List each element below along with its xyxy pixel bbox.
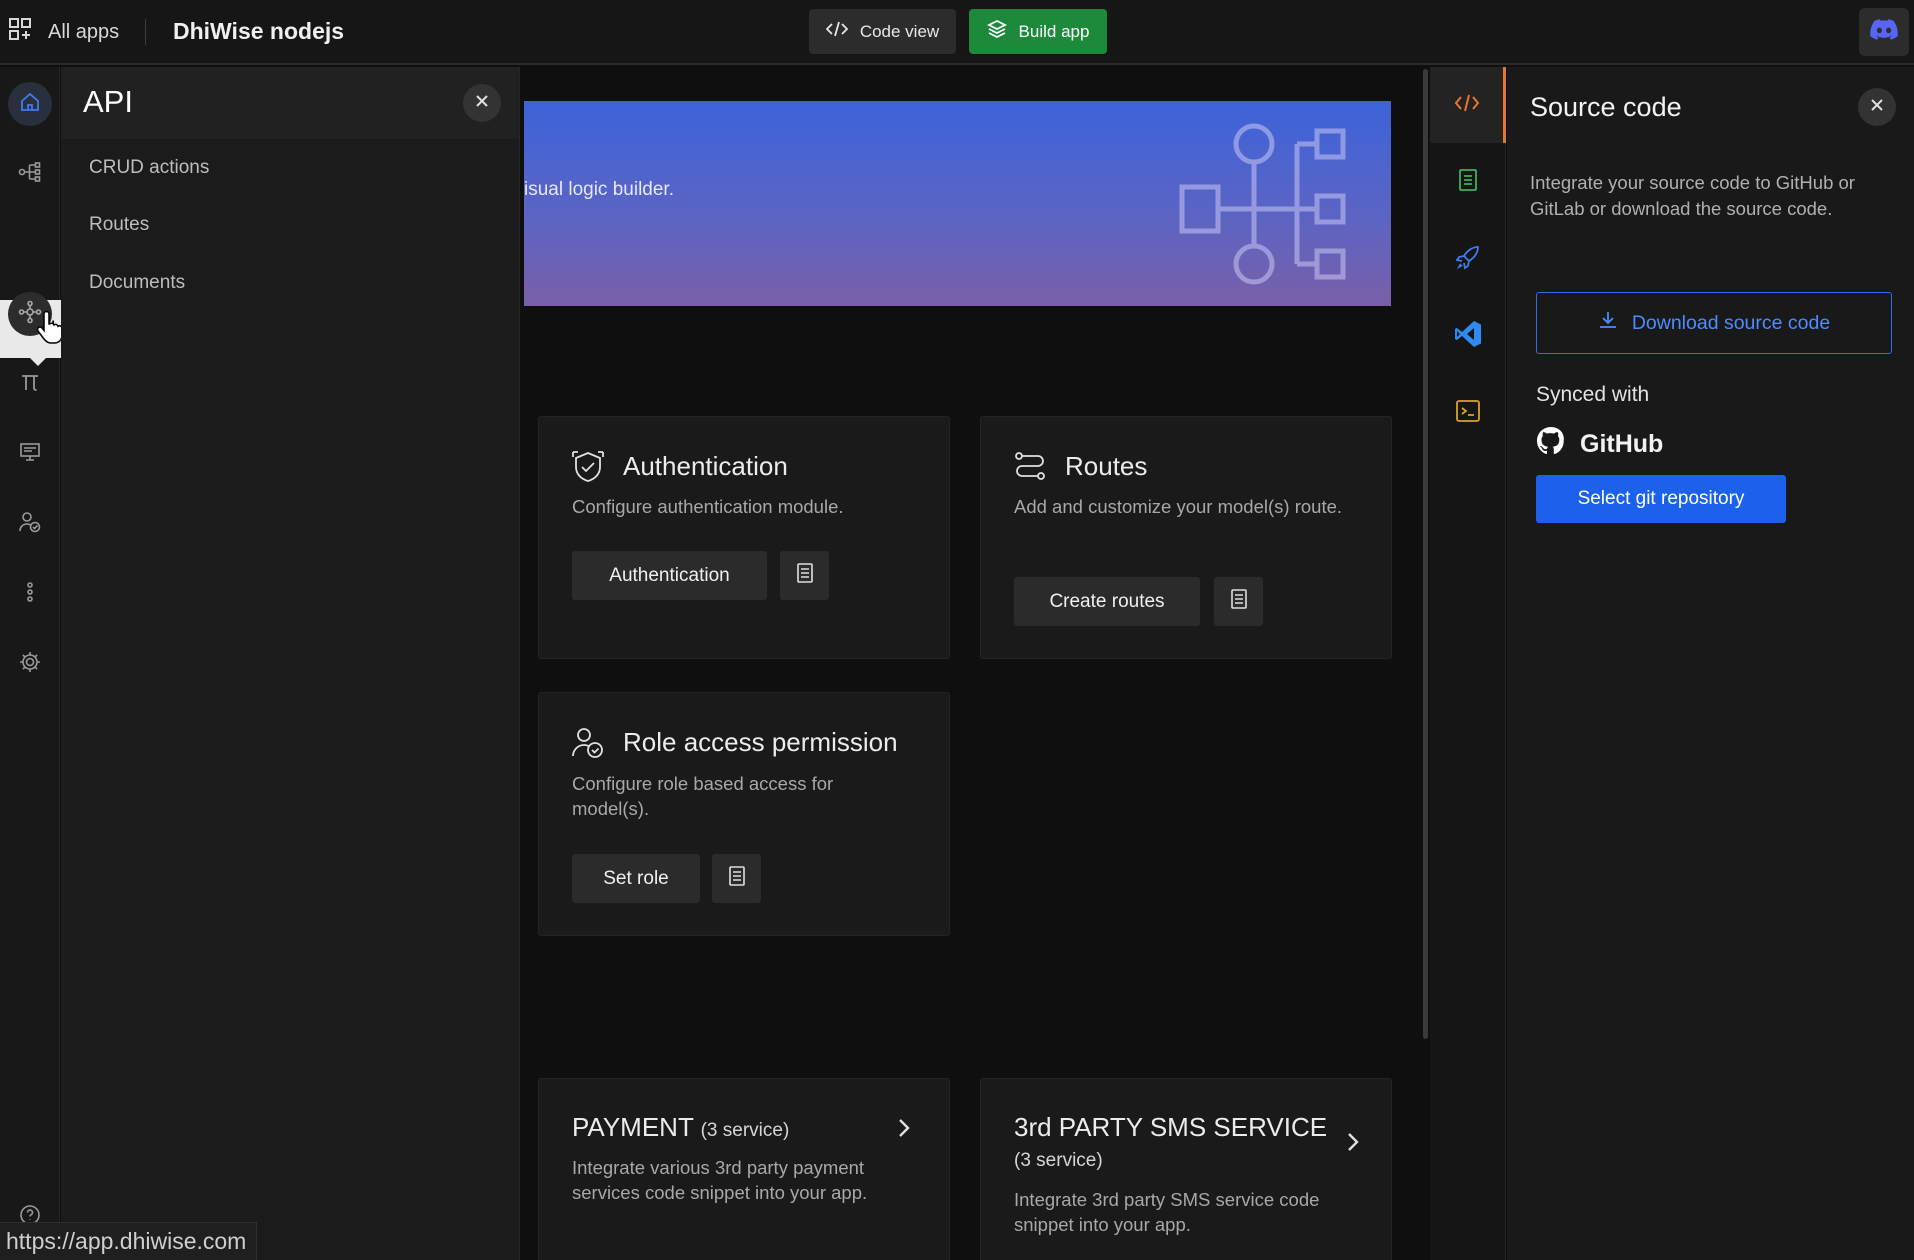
api-panel: API CRUD actions Routes Documents xyxy=(61,67,520,1260)
rail-home[interactable] xyxy=(8,82,52,126)
api-link-crud-actions[interactable]: CRUD actions xyxy=(89,157,209,179)
main-scrollbar[interactable] xyxy=(1423,69,1428,1039)
routes-card: Routes Add and customize your model(s) r… xyxy=(980,416,1392,659)
document-icon xyxy=(796,562,814,589)
code-icon xyxy=(825,21,849,42)
rail-screens[interactable] xyxy=(8,432,52,476)
api-panel-header: API xyxy=(61,67,519,139)
role-access-card: Role access permission Configure role ba… xyxy=(538,692,950,936)
source-code-title: Source code xyxy=(1530,92,1682,122)
github-provider: GitHub xyxy=(1536,426,1663,463)
discord-icon xyxy=(1870,18,1898,46)
sms-desc: Integrate 3rd party SMS service code sni… xyxy=(1014,1189,1320,1235)
role-access-desc: Configure role based access for model(s)… xyxy=(572,773,834,819)
api-link-routes[interactable]: Routes xyxy=(89,214,149,236)
rail-models[interactable] xyxy=(8,152,52,196)
synced-with-label: Synced with xyxy=(1536,383,1650,406)
authentication-button[interactable]: Authentication xyxy=(572,551,767,600)
authentication-card: Authentication Configure authentication … xyxy=(538,416,950,659)
authentication-desc: Configure authentication module. xyxy=(572,496,844,517)
code-icon xyxy=(1454,94,1480,117)
payment-desc: Integrate various 3rd party payment serv… xyxy=(572,1157,868,1203)
all-apps-button[interactable]: All apps xyxy=(8,17,119,48)
route-icon xyxy=(1014,450,1046,487)
sms-title-label: 3rd PARTY SMS SERVICE xyxy=(1014,1112,1328,1142)
rail-pi[interactable] xyxy=(8,362,52,406)
download-source-label: Download source code xyxy=(1631,311,1831,334)
left-nav-rail: API xyxy=(0,67,81,1260)
document-icon xyxy=(728,865,746,892)
pi-icon xyxy=(19,371,41,398)
rocket-icon xyxy=(1455,244,1481,275)
select-git-repository-button[interactable]: Select git repository xyxy=(1536,475,1786,523)
terminal-icon xyxy=(1455,399,1481,428)
create-routes-button[interactable]: Create routes xyxy=(1014,577,1200,626)
more-vertical-icon xyxy=(19,581,41,608)
payment-title-label: PAYMENT xyxy=(572,1112,694,1142)
code-view-button[interactable]: Code view xyxy=(809,9,956,54)
api-panel-close-button[interactable] xyxy=(463,84,501,122)
payment-count: (3 service) xyxy=(700,1120,790,1141)
set-role-button[interactable]: Set role xyxy=(572,854,700,903)
api-panel-title: API xyxy=(83,84,133,119)
rail-more[interactable] xyxy=(8,572,52,616)
user-check-icon xyxy=(571,726,605,765)
sms-count: (3 service) xyxy=(1014,1150,1103,1171)
routes-title: Routes xyxy=(1065,451,1148,481)
user-check-icon xyxy=(18,511,42,538)
download-icon xyxy=(1598,310,1618,336)
apps-grid-icon xyxy=(8,17,34,48)
app-title: DhiWise nodejs xyxy=(173,18,345,44)
source-panel-close-button[interactable] xyxy=(1858,88,1896,126)
chevron-right-icon[interactable] xyxy=(897,1117,911,1144)
vscode-icon xyxy=(1454,320,1482,353)
monitor-icon xyxy=(19,441,41,468)
hero-banner: isual logic builder. xyxy=(524,101,1391,306)
build-app-label: Build app xyxy=(1018,21,1090,41)
tool-source-code[interactable] xyxy=(1430,67,1506,143)
tree-structure-icon xyxy=(18,161,42,188)
code-view-label: Code view xyxy=(859,21,940,41)
banner-text: isual logic builder. xyxy=(524,179,674,200)
all-apps-label: All apps xyxy=(48,21,120,43)
shield-check-icon xyxy=(571,450,605,489)
role-access-title: Role access permission xyxy=(623,727,898,757)
download-source-button[interactable]: Download source code xyxy=(1536,292,1892,354)
rail-roles[interactable] xyxy=(8,502,52,546)
home-icon xyxy=(19,91,41,118)
payment-title: PAYMENT (3 service) xyxy=(572,1112,789,1143)
divider xyxy=(145,19,146,45)
tool-terminal[interactable] xyxy=(1430,375,1506,451)
document-icon xyxy=(1458,168,1478,197)
github-label: GitHub xyxy=(1580,430,1664,458)
gear-icon xyxy=(18,650,42,679)
role-docs-button[interactable] xyxy=(712,854,761,903)
close-icon xyxy=(475,94,489,113)
build-app-button[interactable]: Build app xyxy=(969,9,1107,54)
routes-docs-button[interactable] xyxy=(1214,577,1263,626)
right-tool-strip xyxy=(1430,67,1506,1260)
tool-deploy[interactable] xyxy=(1430,221,1506,297)
discord-button[interactable] xyxy=(1859,8,1909,56)
rail-settings[interactable] xyxy=(8,642,52,686)
chevron-right-icon[interactable] xyxy=(1346,1131,1360,1158)
source-code-desc: Integrate your source code to GitHub or … xyxy=(1530,172,1855,219)
sms-service-card[interactable]: 3rd PARTY SMS SERVICE (3 service) Integr… xyxy=(980,1078,1392,1260)
document-icon xyxy=(1230,588,1248,615)
github-icon xyxy=(1536,426,1566,463)
source-code-panel: Source code Integrate your source code t… xyxy=(1507,67,1914,1260)
status-url-bar: https://app.dhiwise.com xyxy=(0,1222,258,1260)
top-bar: All apps DhiWise nodejs Code view Build … xyxy=(0,0,1914,65)
routes-desc: Add and customize your model(s) route. xyxy=(1014,496,1343,517)
logic-flow-illustration-icon xyxy=(1179,119,1369,294)
tool-vscode[interactable] xyxy=(1430,298,1506,374)
authentication-docs-button[interactable] xyxy=(780,551,829,600)
api-link-documents[interactable]: Documents xyxy=(89,272,185,294)
close-icon xyxy=(1870,98,1884,117)
payment-service-card[interactable]: PAYMENT (3 service) Integrate various 3r… xyxy=(538,1078,950,1260)
sms-title: 3rd PARTY SMS SERVICE (3 service) xyxy=(1014,1112,1344,1176)
tool-documents[interactable] xyxy=(1430,144,1506,220)
layers-icon xyxy=(986,19,1007,44)
authentication-title: Authentication xyxy=(623,451,788,481)
